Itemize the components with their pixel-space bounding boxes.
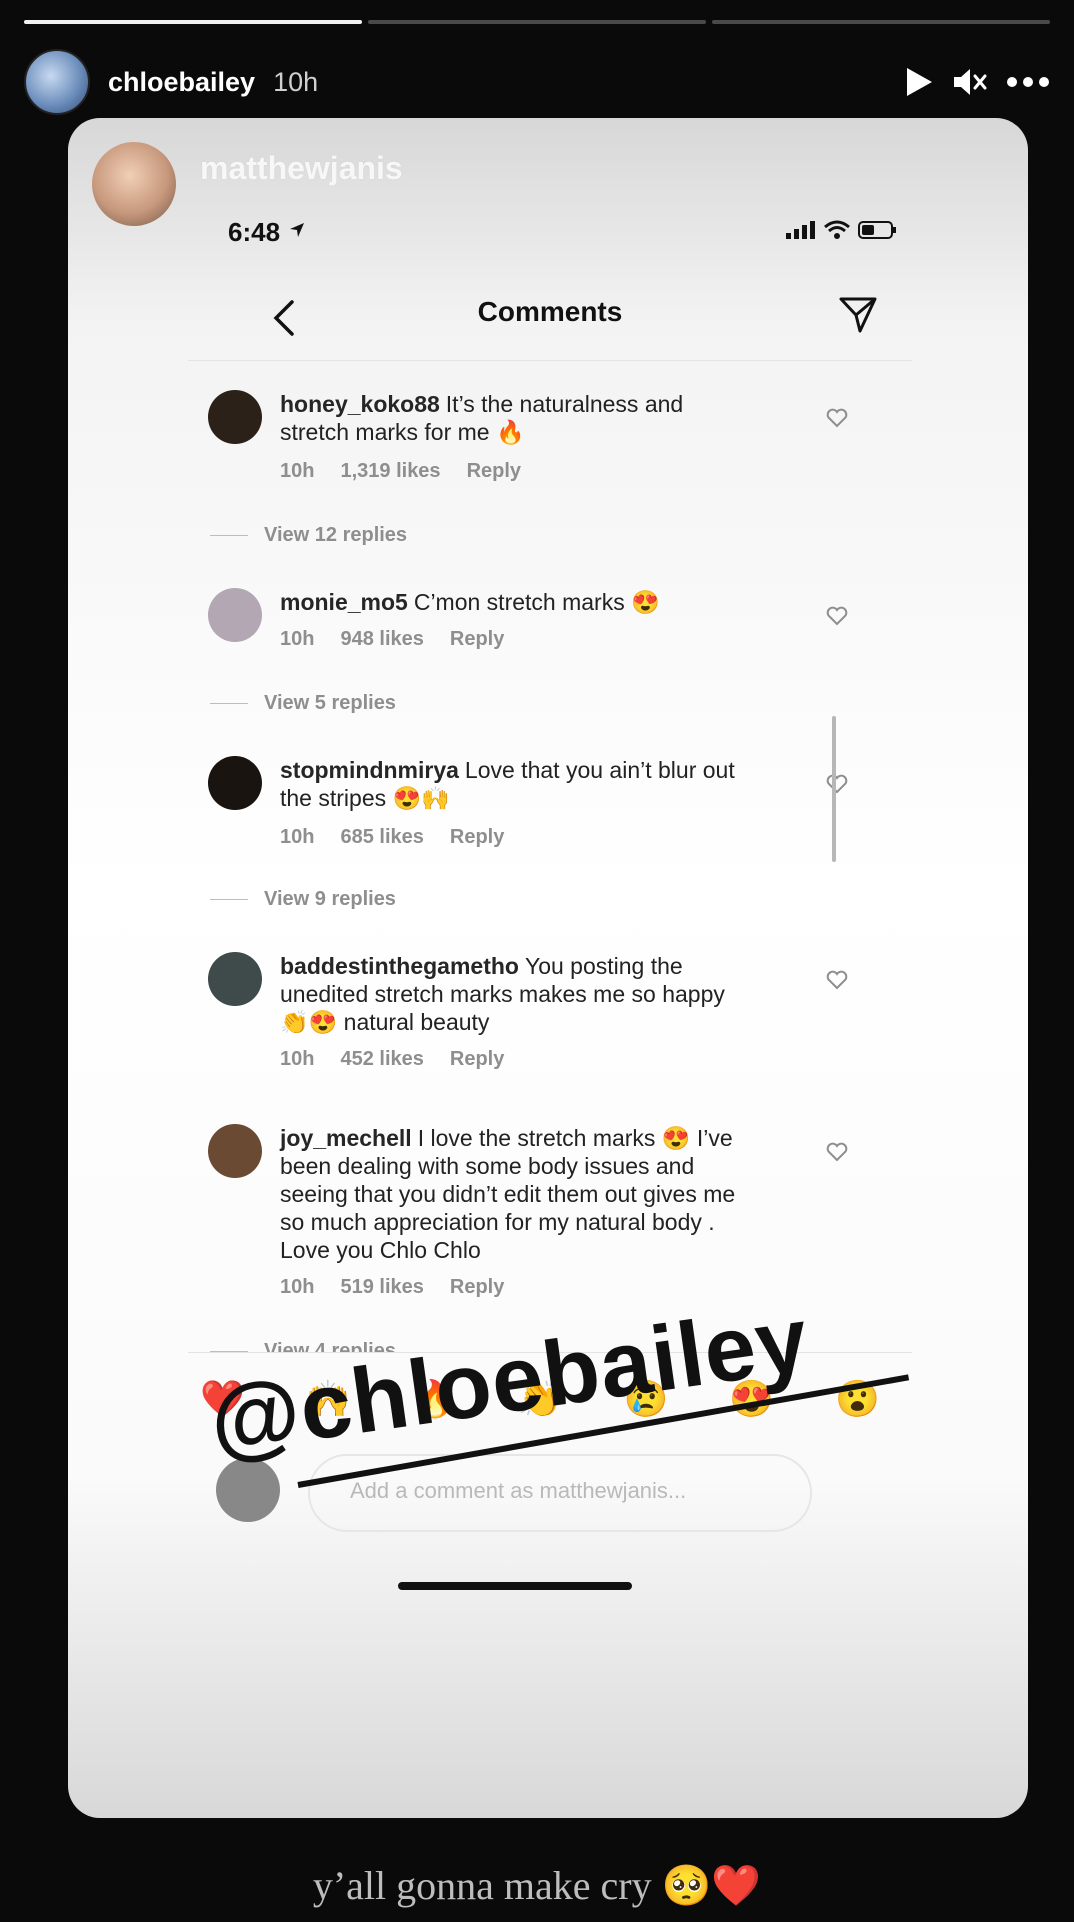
avatar[interactable]: [208, 756, 262, 810]
view-replies-label: View 5 replies: [264, 692, 396, 714]
avatar[interactable]: [208, 390, 262, 444]
story-controls: [904, 66, 1050, 98]
comment-meta: 10h 452 likes Reply: [280, 1048, 530, 1071]
comment-time: 10h: [280, 628, 315, 650]
view-replies-button[interactable]: View 12 replies: [210, 524, 407, 547]
heart-icon[interactable]: [826, 970, 848, 995]
reply-button[interactable]: Reply: [450, 1276, 504, 1298]
battery-icon: [858, 220, 898, 245]
reply-button[interactable]: Reply: [450, 826, 504, 848]
comments-navbar: Comments: [188, 268, 912, 361]
comment-text: joy_mechell I love the stretch marks 😍 I’…: [280, 1124, 750, 1264]
signal-icon: [786, 220, 816, 244]
share-icon[interactable]: [838, 296, 878, 339]
comment-likes[interactable]: 948 likes: [340, 628, 423, 650]
avatar[interactable]: [208, 952, 262, 1006]
mute-icon[interactable]: [952, 66, 988, 98]
heart-icon[interactable]: [826, 606, 848, 631]
phone-status-bar: 6:48: [228, 212, 898, 252]
scrollbar[interactable]: [832, 716, 836, 862]
comment-meta: 10h 519 likes Reply: [280, 1276, 530, 1299]
comment-time: 10h: [280, 826, 315, 848]
comment-likes[interactable]: 1,319 likes: [340, 460, 440, 482]
story-progress: [24, 20, 1050, 24]
view-replies-button[interactable]: View 9 replies: [210, 888, 396, 911]
location-arrow-icon: [288, 221, 306, 244]
view-replies-button[interactable]: View 5 replies: [210, 692, 396, 715]
comment-likes[interactable]: 519 likes: [340, 1276, 423, 1298]
comment-input-placeholder: Add a comment as matthewjanis...: [350, 1478, 687, 1503]
reply-button[interactable]: Reply: [467, 460, 521, 482]
progress-segment: [368, 20, 706, 24]
progress-segment: [24, 20, 362, 24]
comment-body: C’mon stretch marks 😍: [413, 589, 660, 615]
page-title: Comments: [477, 296, 623, 327]
comment-username[interactable]: baddestinthegametho: [280, 953, 519, 979]
avatar[interactable]: [208, 588, 262, 642]
reply-button[interactable]: Reply: [450, 628, 504, 650]
progress-segment: [712, 20, 1050, 24]
play-icon[interactable]: [904, 66, 934, 98]
divider: [210, 703, 248, 705]
view-replies-label: View 12 replies: [264, 524, 408, 546]
heart-icon[interactable]: [826, 774, 848, 799]
more-icon[interactable]: [1006, 76, 1050, 88]
avatar[interactable]: [208, 1124, 262, 1178]
home-indicator: [398, 1582, 632, 1590]
comment-text: stopmindnmirya Love that you ain’t blur o…: [280, 756, 750, 812]
comment-text: honey_koko88 It’s the naturalness and str…: [280, 390, 750, 446]
comment-username[interactable]: joy_mechell: [280, 1125, 412, 1151]
view-replies-label: View 9 replies: [264, 888, 396, 910]
avatar[interactable]: [92, 142, 176, 226]
status-time: 6:48: [228, 216, 281, 247]
comment-meta: 10h 948 likes Reply: [280, 628, 530, 651]
heart-icon[interactable]: [826, 1142, 848, 1167]
comment-username[interactable]: stopmindnmirya: [280, 757, 459, 783]
avatar[interactable]: [24, 49, 90, 115]
story-header: chloebailey 10h: [24, 49, 1050, 115]
story-timestamp: 10h: [273, 66, 319, 97]
comment-username[interactable]: monie_mo5: [280, 589, 408, 615]
reply-button[interactable]: Reply: [450, 1048, 504, 1070]
story-caption: y’all gonna make cry 🥺❤️: [312, 1863, 762, 1908]
comment-likes[interactable]: 685 likes: [340, 826, 423, 848]
repost-username[interactable]: matthewjanis: [200, 150, 403, 187]
comment-time: 10h: [280, 1276, 315, 1298]
comment-text: monie_mo5 C’mon stretch marks 😍: [280, 588, 750, 616]
comment-time: 10h: [280, 1048, 315, 1070]
comment-likes[interactable]: 452 likes: [340, 1048, 423, 1070]
wifi-icon: [824, 220, 850, 245]
comment-meta: 10h 685 likes Reply: [280, 826, 530, 849]
divider: [210, 535, 248, 537]
comment-time: 10h: [280, 460, 315, 482]
reposted-screenshot: matthewjanis 6:48 Comments honey_koko88 …: [68, 118, 1028, 1818]
comment-username[interactable]: honey_koko88: [280, 391, 440, 417]
comment-meta: 10h 1,319 likes Reply: [280, 460, 547, 483]
heart-icon[interactable]: [826, 408, 848, 433]
comment-text: baddestinthegametho You posting the unedi…: [280, 952, 750, 1036]
story-username[interactable]: chloebailey: [108, 67, 255, 98]
divider: [210, 899, 248, 901]
